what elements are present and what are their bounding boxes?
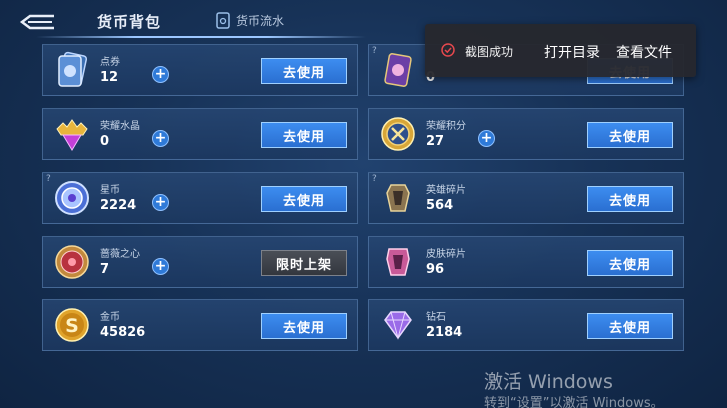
ticket-icon bbox=[58, 51, 88, 87]
limited-time-button: 限时上架 bbox=[261, 250, 347, 276]
screenshot-toast: 截图成功 打开目录 查看文件 bbox=[425, 24, 696, 77]
diamond-icon bbox=[384, 311, 412, 340]
open-directory-link[interactable]: 打开目录 bbox=[544, 42, 600, 62]
currency-count: 2184 bbox=[426, 325, 463, 340]
skin-shard-icon bbox=[386, 248, 410, 276]
crystal-icon bbox=[56, 119, 88, 151]
currency-card-gold: S 金币 45826 去使用 bbox=[42, 299, 358, 351]
add-button[interactable]: + bbox=[152, 258, 169, 275]
toast-message: 截图成功 bbox=[465, 45, 514, 59]
add-button[interactable]: + bbox=[152, 66, 169, 83]
currency-name: 金币 bbox=[100, 312, 120, 323]
currency-count: 564 bbox=[426, 198, 454, 213]
currency-card-hero-shard: ? 英雄碎片 564 去使用 bbox=[368, 172, 684, 224]
tab-underline bbox=[36, 36, 366, 38]
currency-name: 点券 bbox=[100, 57, 120, 68]
help-icon[interactable]: ? bbox=[46, 174, 51, 184]
help-icon[interactable]: ? bbox=[372, 46, 377, 56]
currency-card-diamond: 钻石 2184 去使用 bbox=[368, 299, 684, 351]
currency-count: 27 bbox=[426, 134, 445, 149]
tab-currency-flow[interactable]: 货币流水 bbox=[216, 12, 284, 29]
currency-name: 蔷薇之心 bbox=[100, 249, 140, 260]
use-button[interactable]: 去使用 bbox=[587, 313, 673, 339]
use-button[interactable]: 去使用 bbox=[587, 250, 673, 276]
currency-count: 7 bbox=[100, 262, 110, 277]
add-button[interactable]: + bbox=[152, 130, 169, 147]
page-title[interactable]: 货币背包 bbox=[97, 11, 161, 32]
svg-text:S: S bbox=[65, 315, 79, 337]
activation-watermark-hint: 转到“设置”以激活 Windows。 bbox=[484, 396, 664, 408]
purple-card-icon bbox=[384, 53, 412, 87]
add-button[interactable]: + bbox=[478, 130, 495, 147]
currency-count: 12 bbox=[100, 70, 119, 85]
currency-card-crystal: 荣耀水晶 0 + 去使用 bbox=[42, 108, 358, 160]
use-button[interactable]: 去使用 bbox=[261, 122, 347, 148]
star-coin-icon bbox=[55, 181, 89, 215]
currency-card-skin-shard: 皮肤碎片 96 去使用 bbox=[368, 236, 684, 288]
currency-count: 96 bbox=[426, 262, 445, 277]
activation-watermark-title: 激活 Windows bbox=[484, 371, 613, 393]
currency-name: 星币 bbox=[100, 185, 120, 196]
currency-name: 皮肤碎片 bbox=[426, 249, 466, 260]
currency-card-dianquan: 点券 12 + 去使用 bbox=[42, 44, 358, 96]
use-button[interactable]: 去使用 bbox=[261, 313, 347, 339]
back-arrow-icon bbox=[19, 14, 54, 30]
use-button[interactable]: 去使用 bbox=[587, 186, 673, 212]
currency-card-starcoin: ? 星币 2224 + 去使用 bbox=[42, 172, 358, 224]
success-check-icon bbox=[441, 43, 455, 57]
view-file-link[interactable]: 查看文件 bbox=[616, 42, 672, 62]
currency-count: 45826 bbox=[100, 325, 146, 340]
back-button[interactable] bbox=[18, 10, 58, 32]
currency-count: 0 bbox=[100, 134, 110, 149]
currency-name: 钻石 bbox=[426, 312, 446, 323]
points-coin-icon bbox=[381, 117, 415, 151]
rose-heart-icon bbox=[55, 245, 89, 279]
use-button[interactable]: 去使用 bbox=[261, 58, 347, 84]
use-button[interactable]: 去使用 bbox=[587, 122, 673, 148]
currency-name: 荣耀水晶 bbox=[100, 121, 140, 132]
currency-card-rose-heart: 蔷薇之心 7 + 限时上架 bbox=[42, 236, 358, 288]
currency-count: 2224 bbox=[100, 198, 137, 213]
tab-currency-flow-label: 货币流水 bbox=[236, 14, 285, 28]
flow-doc-icon bbox=[216, 12, 230, 29]
currency-name: 英雄碎片 bbox=[426, 185, 466, 196]
hero-shard-icon bbox=[386, 184, 410, 212]
currency-card-points: 荣耀积分 27 + 去使用 bbox=[368, 108, 684, 160]
gold-coin-icon: S bbox=[55, 308, 89, 342]
help-icon[interactable]: ? bbox=[372, 174, 377, 184]
add-button[interactable]: + bbox=[152, 194, 169, 211]
use-button[interactable]: 去使用 bbox=[261, 186, 347, 212]
currency-name: 荣耀积分 bbox=[426, 121, 466, 132]
